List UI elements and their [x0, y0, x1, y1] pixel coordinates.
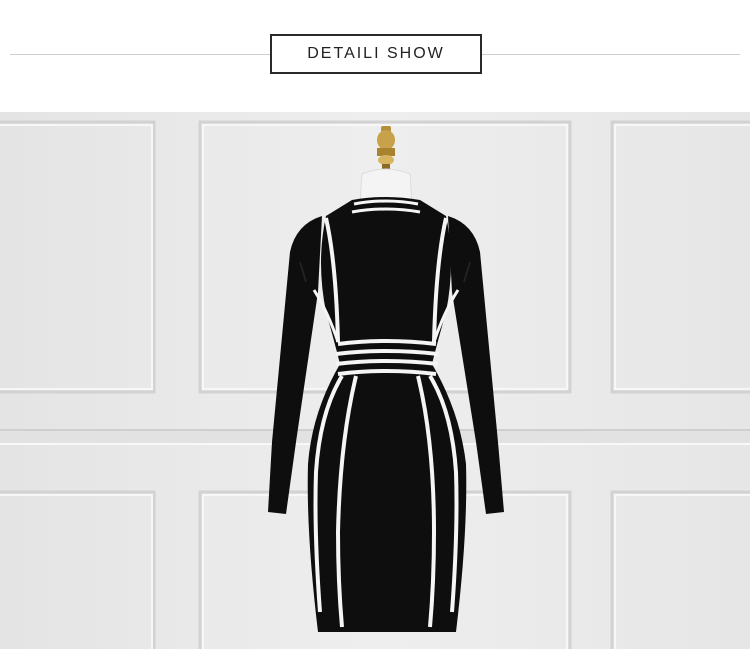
- section-header: DETAILI SHOW: [0, 0, 750, 112]
- header-rule-left: [10, 54, 270, 55]
- dress-on-mannequin-image: [0, 112, 750, 649]
- section-title: DETAILI SHOW: [270, 34, 482, 74]
- header-rule-right: [482, 54, 740, 55]
- product-photo: [0, 112, 750, 649]
